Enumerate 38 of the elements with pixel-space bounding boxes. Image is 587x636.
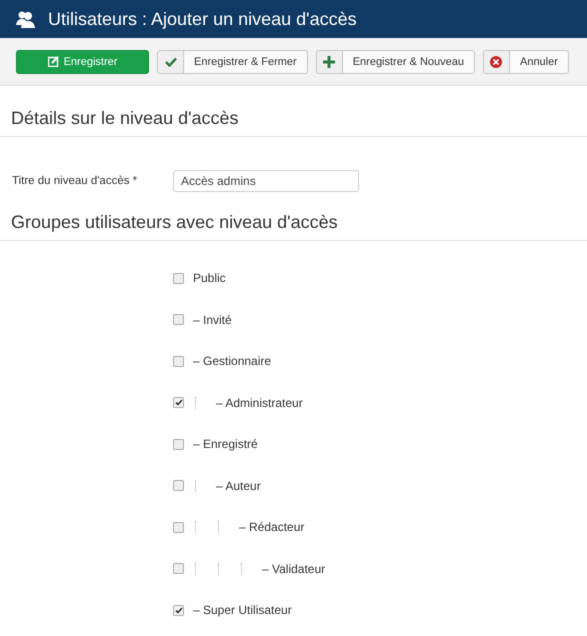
group-label: – Enregistré bbox=[193, 437, 258, 451]
group-label: – Administrateur bbox=[216, 396, 303, 410]
checkbox[interactable] bbox=[173, 356, 184, 366]
indent-guide bbox=[195, 396, 196, 408]
group-label: – Invité bbox=[193, 312, 232, 326]
checkbox[interactable] bbox=[173, 522, 184, 532]
checkbox[interactable] bbox=[173, 604, 184, 616]
indent-guide bbox=[195, 521, 196, 533]
close-icon bbox=[490, 56, 502, 68]
field-label: Titre du niveau d'accès * bbox=[12, 175, 138, 187]
group-label: – Gestionnaire bbox=[193, 354, 272, 368]
section-heading: Détails sur le niveau d'accès bbox=[10, 107, 240, 130]
checkbox[interactable] bbox=[173, 480, 184, 491]
page-title: Utilisateurs : Ajouter un niveau d'accès bbox=[48, 8, 357, 30]
indent-guide bbox=[195, 562, 196, 574]
save-close-button[interactable]: Enregistrer & Fermer bbox=[157, 50, 308, 74]
group-label: – Auteur bbox=[216, 478, 261, 492]
plus-icon bbox=[323, 56, 336, 68]
indent-guide bbox=[195, 480, 196, 492]
checkbox[interactable] bbox=[173, 438, 184, 450]
section-heading: Groupes utilisateurs avec niveau d'accès bbox=[10, 211, 339, 234]
checkbox[interactable] bbox=[173, 397, 184, 408]
indent-guide bbox=[218, 521, 219, 533]
indent-guide bbox=[218, 562, 219, 574]
checkmark-icon bbox=[164, 56, 176, 66]
checkbox[interactable] bbox=[173, 563, 184, 574]
checkbox[interactable] bbox=[173, 314, 184, 325]
group-label: – Validateur bbox=[262, 562, 326, 576]
title-field[interactable]: Accès admins bbox=[173, 170, 359, 192]
group-label: – Rédacteur bbox=[239, 520, 304, 534]
edit-icon bbox=[48, 56, 59, 67]
cancel-button[interactable]: Annuler bbox=[482, 50, 569, 74]
group-label: Public bbox=[193, 271, 226, 285]
users-icon bbox=[16, 10, 36, 28]
group-label: – Super Utilisateur bbox=[193, 603, 292, 617]
indent-guide bbox=[241, 562, 242, 574]
checkbox[interactable] bbox=[173, 272, 184, 284]
save-new-button[interactable]: Enregistrer & Nouveau bbox=[316, 50, 475, 74]
